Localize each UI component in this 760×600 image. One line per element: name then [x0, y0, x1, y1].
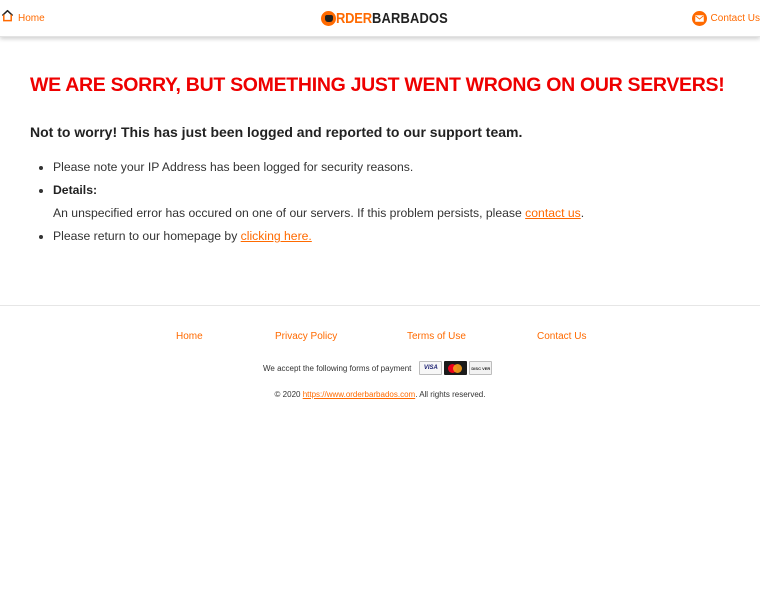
error-content: WE ARE SORRY, BUT SOMETHING JUST WENT WR…: [30, 70, 730, 252]
copyright-site-link[interactable]: https://www.orderbarbados.com: [303, 390, 416, 399]
discover-card-icon: DISC VER: [469, 361, 493, 375]
footer-contact-link[interactable]: Contact Us: [537, 331, 586, 342]
home-link[interactable]: Home: [1, 9, 45, 27]
contact-us-label: Contact Us: [710, 12, 760, 24]
footer-terms-link[interactable]: Terms of Use: [407, 331, 466, 342]
footer-home-link[interactable]: Home: [176, 331, 203, 342]
copyright-suffix: . All rights reserved.: [415, 390, 486, 399]
list-item-ip-note: Please note your IP Address has been log…: [53, 160, 730, 175]
list-item-return: Please return to our homepage by clickin…: [53, 229, 730, 244]
payment-methods: We accept the following forms of payment…: [263, 360, 494, 376]
details-text: An unspecified error has occured on one …: [53, 206, 730, 221]
orderbarbados-logo[interactable]: RDER BARBADOS: [321, 8, 460, 28]
home-icon: [1, 9, 14, 27]
logo-chef-icon: [321, 10, 336, 26]
return-text: Please return to our homepage by: [53, 229, 241, 243]
top-header: Home RDER BARBADOS Contact Us: [0, 0, 760, 37]
logo-word-order: RDER: [336, 9, 372, 27]
list-item-details: Details: An unspecified error has occure…: [53, 183, 730, 221]
home-link-label: Home: [18, 12, 45, 24]
details-message: An unspecified error has occured on one …: [53, 206, 526, 220]
visa-card-icon: VISA: [419, 361, 443, 375]
mail-icon: [691, 10, 707, 26]
footer-divider: [0, 305, 760, 306]
copyright: © 2020 https://www.orderbarbados.com. Al…: [0, 390, 760, 399]
copyright-prefix: © 2020: [274, 390, 303, 399]
error-subheading: Not to worry! This has just been logged …: [30, 124, 523, 140]
error-heading: WE ARE SORRY, BUT SOMETHING JUST WENT WR…: [30, 74, 725, 96]
details-title: Details:: [53, 183, 98, 197]
contact-us-link[interactable]: Contact Us: [691, 9, 760, 27]
payment-cards: VISA DISC VER: [419, 361, 494, 375]
details-contact-us-link[interactable]: contact us: [525, 206, 581, 220]
details-period: .: [580, 206, 585, 220]
error-info-list: Please note your IP Address has been log…: [30, 160, 730, 244]
return-homepage-link[interactable]: clicking here.: [241, 229, 312, 243]
footer-nav: Home Privacy Policy Terms of Use Contact…: [0, 331, 760, 345]
payment-text: We accept the following forms of payment: [263, 363, 412, 373]
mastercard-icon: [444, 361, 468, 375]
ip-note-text: Please note your IP Address has been log…: [53, 160, 414, 174]
footer-privacy-link[interactable]: Privacy Policy: [275, 331, 337, 342]
logo-word-barbados: BARBADOS: [371, 9, 448, 27]
